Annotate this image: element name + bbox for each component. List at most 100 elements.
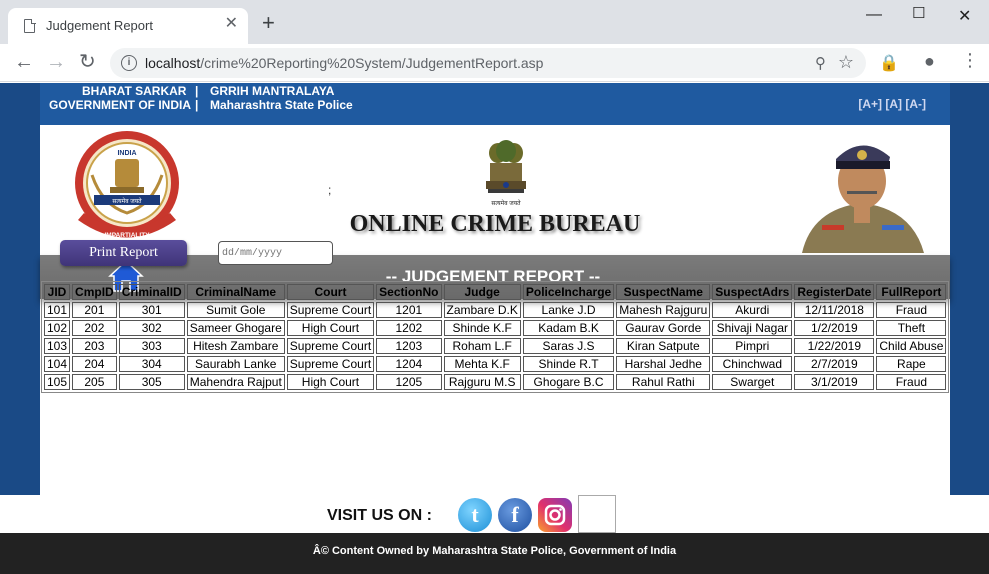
table-cell: 205 — [72, 374, 117, 390]
broken-image-icon[interactable] — [578, 495, 616, 533]
table-row: 105 205 305 Mahendra Rajput High Court 1… — [44, 374, 947, 390]
table-cell: 101 — [44, 302, 71, 318]
table-cell: 1205 — [376, 374, 442, 390]
table-cell: Saras J.S — [522, 338, 615, 354]
table-cell: 1201 — [376, 302, 442, 318]
back-icon[interactable]: ← — [14, 52, 34, 72]
table-cell: Supreme Court — [286, 356, 375, 372]
close-tab-icon[interactable]: ✕ — [225, 16, 238, 32]
column-header: Court — [286, 284, 375, 300]
table-row: 103 203 303 Hitesh Zambare Supreme Court… — [44, 338, 947, 354]
tab-title: Judgement Report — [46, 18, 153, 33]
table-row: 101 201 301 Sumit Gole Supreme Court 120… — [44, 302, 947, 318]
visit-us-label: VISIT US ON : — [327, 507, 432, 524]
table-cell: 1203 — [376, 338, 442, 354]
table-cell: 2/7/2019 — [794, 356, 875, 372]
browser-tabstrip: Judgement Report ✕ + — ☐ ✕ — [0, 0, 989, 44]
twitter-icon[interactable]: t — [458, 498, 492, 532]
seal-india: INDIA — [117, 150, 136, 157]
table-cell: 1204 — [376, 356, 442, 372]
table-cell: 104 — [44, 356, 71, 372]
svg-text:सत्यमेव जयते: सत्यमेव जयते — [112, 197, 142, 205]
table-cell: 103 — [44, 338, 71, 354]
table-cell: Shivaji Nagar — [712, 320, 793, 336]
column-header: Judge — [443, 284, 521, 300]
column-header: SuspectName — [616, 284, 711, 300]
table-cell: 302 — [118, 320, 185, 336]
table-cell: Supreme Court — [286, 338, 375, 354]
font-size-controls[interactable]: [A+] [A] [A-] — [858, 97, 926, 111]
browser-tab[interactable]: Judgement Report ✕ — [8, 8, 248, 44]
table-cell: Hitesh Zambare — [186, 338, 285, 354]
cbi-seal-logo: INDIA सत्यमेव जयते IMPARTIALITY — [75, 131, 179, 239]
table-cell: 202 — [72, 320, 117, 336]
menu-icon[interactable]: ⋮ — [961, 50, 979, 71]
column-header: CmpID — [72, 284, 117, 300]
table-cell: Ghogare B.C — [522, 374, 615, 390]
table-cell: High Court — [286, 374, 375, 390]
svg-text:सत्यमेव जयते: सत्यमेव जयते — [491, 199, 521, 207]
header-separator: | — [195, 84, 199, 98]
date-field[interactable] — [218, 241, 333, 265]
table-cell: Saurabh Lanke — [186, 356, 285, 372]
table-cell: Rape — [876, 356, 947, 372]
table-cell: Kadam B.K — [522, 320, 615, 336]
table-cell: Sameer Ghogare — [186, 320, 285, 336]
site-banner: INDIA सत्यमेव जयते IMPARTIALITY ; सत्यमे… — [40, 125, 950, 257]
close-window-icon[interactable]: ✕ — [958, 6, 971, 26]
profile-icon[interactable]: ● — [924, 51, 935, 72]
table-row: 104 204 304 Saurabh Lanke Supreme Court … — [44, 356, 947, 372]
table-cell: Fraud — [876, 374, 947, 390]
table-cell: 1/2/2019 — [794, 320, 875, 336]
table-cell: 102 — [44, 320, 71, 336]
address-bar[interactable]: i localhost/crime%20Reporting%20System/J… — [110, 48, 866, 78]
browser-toolbar: ← → ↻ i localhost/crime%20Reporting%20Sy… — [0, 44, 989, 82]
table-cell: 201 — [72, 302, 117, 318]
national-emblem-logo: सत्यमेव जयते — [486, 140, 526, 207]
table-cell: Supreme Court — [286, 302, 375, 318]
table-cell: 303 — [118, 338, 185, 354]
table-cell: Mehta K.F — [443, 356, 521, 372]
column-header: JID — [44, 284, 71, 300]
svg-text:IMPARTIALITY: IMPARTIALITY — [104, 232, 150, 239]
header-bharat-sarkar: BHARAT SARKAR — [82, 84, 187, 98]
table-cell: Gaurav Gorde — [616, 320, 711, 336]
maximize-icon[interactable]: ☐ — [912, 4, 925, 22]
table-row: 102 202 302 Sameer Ghogare High Court 12… — [44, 320, 947, 336]
column-header: CriminalID — [118, 284, 185, 300]
header-grrih-mantralaya: GRRIH MANTRALAYA — [210, 84, 335, 98]
table-cell: Child Abuse — [876, 338, 947, 354]
table-cell: Roham L.F — [443, 338, 521, 354]
info-icon[interactable]: i — [121, 55, 137, 71]
table-cell: High Court — [286, 320, 375, 336]
bookmark-star-icon[interactable]: ☆ — [838, 52, 854, 73]
print-report-button[interactable]: Print Report — [60, 240, 187, 266]
column-header: SectionNo — [376, 284, 442, 300]
table-cell: 203 — [72, 338, 117, 354]
table-cell: 3/1/2019 — [794, 374, 875, 390]
officer-photo — [792, 129, 934, 253]
header-state-police: Maharashtra State Police — [210, 98, 353, 112]
facebook-icon[interactable]: f — [498, 498, 532, 532]
search-icon[interactable]: ⚲ — [815, 54, 826, 72]
judgement-table: JID CmpID CriminalID CriminalName Court … — [41, 281, 950, 393]
page-icon — [24, 18, 36, 33]
table-cell: Chinchwad — [712, 356, 793, 372]
forward-icon[interactable]: → — [46, 52, 66, 72]
stray-text: ; — [328, 183, 332, 197]
minimize-icon[interactable]: — — [866, 6, 882, 24]
table-cell: 105 — [44, 374, 71, 390]
reload-icon[interactable]: ↻ — [79, 52, 96, 72]
url-text[interactable]: localhost/crime%20Reporting%20System/Jud… — [145, 55, 543, 71]
instagram-icon[interactable] — [538, 498, 572, 532]
table-cell: Harshal Jedhe — [616, 356, 711, 372]
table-cell: Mahesh Rajguru — [616, 302, 711, 318]
table-cell: Akurdi — [712, 302, 793, 318]
extension-icon[interactable]: 🔒 — [879, 53, 899, 73]
new-tab-button[interactable]: + — [262, 12, 275, 34]
table-cell: Fraud — [876, 302, 947, 318]
column-header: FullReport — [876, 284, 947, 300]
table-cell: 12/11/2018 — [794, 302, 875, 318]
government-header: BHARAT SARKAR | GRRIH MANTRALAYA GOVERNM… — [40, 83, 950, 125]
site-title: ONLINE CRIME BUREAU — [349, 211, 641, 237]
